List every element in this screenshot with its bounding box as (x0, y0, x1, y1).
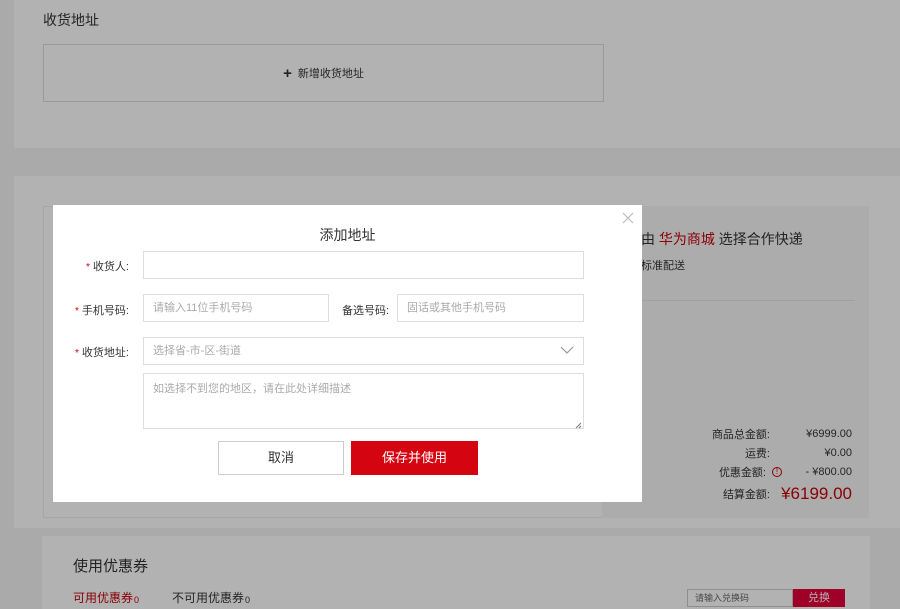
phone-label-text: 手机号码: (81, 305, 129, 317)
dialog-title: 添加地址 (319, 227, 376, 243)
resize-handle-icon[interactable] (575, 420, 582, 429)
region-select[interactable]: 选择省-市-区-街道 (143, 337, 584, 365)
address-detail-textarea[interactable]: 如选择不到您的地区，请在此处详细描述 (143, 373, 584, 429)
receiver-input[interactable] (143, 251, 584, 279)
required-mark: * (75, 348, 79, 359)
phone-input[interactable]: 请输入11位手机号码 (143, 294, 329, 322)
address-detail-placeholder: 如选择不到您的地区，请在此处详细描述 (153, 383, 351, 395)
receiver-label: * 收货人: (86, 258, 129, 274)
close-icon[interactable] (620, 210, 636, 226)
alt-phone-label: 备选号码: (342, 305, 390, 317)
cancel-button[interactable]: 取消 (218, 441, 344, 475)
address-label: * 收货地址: (75, 344, 129, 360)
address-label-text: 收货地址: (81, 347, 129, 359)
phone-label: * 手机号码: (75, 302, 129, 318)
receiver-label-text: 收货人: (92, 261, 129, 273)
region-select-placeholder: 选择省-市-区-街道 (153, 345, 241, 357)
required-mark: * (75, 306, 79, 317)
alt-phone-input[interactable]: 固话或其他手机号码 (397, 294, 584, 322)
save-and-use-button[interactable]: 保存并使用 (351, 441, 478, 475)
chevron-down-icon (560, 338, 574, 364)
required-mark: * (86, 262, 90, 273)
